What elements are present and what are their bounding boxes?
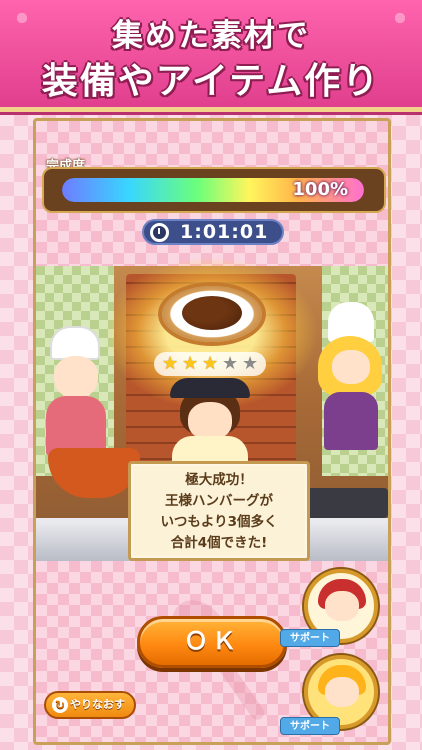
progress-percent: 100% [292, 179, 348, 200]
game-screen: 完成度 100% 1:01:01 ★★★★★ [33, 118, 391, 745]
header-title-line1: 集めた素材で [112, 18, 310, 54]
result-message-line: 極大成功！ [185, 472, 253, 488]
rating-stars: ★ ★ ★ ★ ★ [154, 352, 266, 376]
retry-button[interactable]: ↻ やりなおす [44, 691, 136, 719]
chef-character-left [42, 326, 114, 456]
chef-hat [50, 326, 100, 360]
chef-body [324, 392, 378, 450]
chef-dress [46, 396, 106, 456]
support-tag: サポート [280, 717, 340, 735]
chef-face [332, 350, 370, 384]
star-empty-icon: ★ [242, 353, 259, 374]
pot-hat [170, 378, 250, 398]
support-tag: サポート [280, 629, 340, 647]
star-filled-icon: ★ [202, 353, 219, 374]
chef-face [54, 356, 98, 398]
ok-button[interactable]: ＯＫ [137, 616, 287, 668]
header-banner: 集めた素材で 装備やアイテム作り [0, 0, 422, 112]
retry-icon: ↻ [52, 697, 68, 713]
stove [298, 488, 388, 518]
star-filled-icon: ★ [182, 353, 199, 374]
hamburger-steak [182, 296, 242, 330]
header-title-line2: 装備やアイテム作り [41, 61, 381, 102]
star-empty-icon: ★ [222, 353, 239, 374]
chef-character-right [318, 302, 384, 452]
star-filled-icon: ★ [162, 353, 179, 374]
progress-bar: 100% [42, 167, 386, 213]
timer: 1:01:01 [142, 219, 284, 245]
timer-text: 1:01:01 [180, 221, 269, 243]
retry-button-label: やりなおす [70, 698, 125, 711]
cooking-pot [48, 448, 140, 498]
stopwatch-icon [150, 223, 169, 242]
hamburger-dish-icon [162, 286, 262, 342]
avatar-face [325, 677, 359, 707]
result-message-line: 王様ハンバーグが [165, 493, 273, 509]
result-message-box: 極大成功！ 王様ハンバーグが いつもより3個多く 合計4個できた! [128, 461, 310, 561]
chef-face [188, 402, 232, 440]
result-message-line: いつもより3個多く [160, 514, 278, 530]
result-message-line: 合計4個できた! [170, 535, 268, 551]
avatar-face [325, 591, 359, 621]
